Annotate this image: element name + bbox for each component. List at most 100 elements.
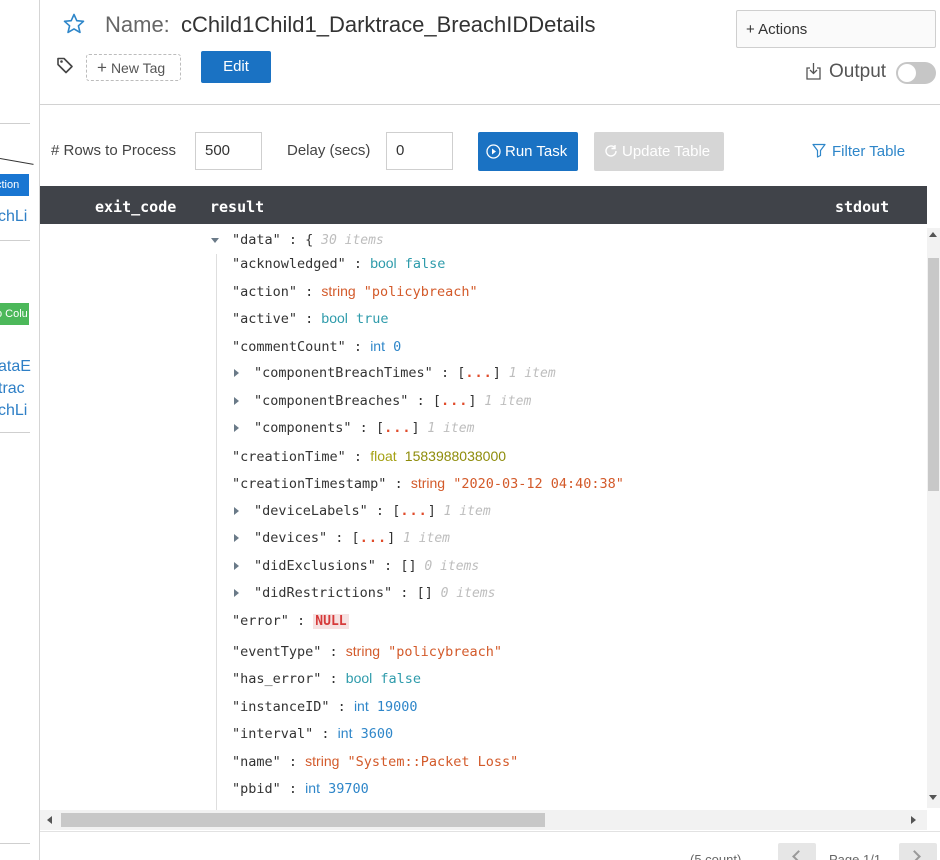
close-bracket: ]	[427, 503, 436, 519]
tree-key: "creationTime"	[232, 449, 346, 465]
tree-row: "name" : string "System::Packet Loss"	[232, 753, 518, 779]
value: 39700	[328, 781, 369, 797]
tree-key: "componentBreachTimes"	[254, 365, 433, 381]
collapse-arrow-icon[interactable]	[211, 238, 219, 243]
previous-page-button[interactable]	[778, 843, 816, 860]
next-page-button[interactable]	[899, 843, 937, 860]
tree-row[interactable]: "didRestrictions" : [] 0 items	[232, 585, 495, 611]
tree-key: "error"	[232, 613, 289, 629]
star-icon[interactable]	[62, 12, 86, 36]
expand-arrow-icon[interactable]	[234, 562, 239, 570]
table-header: exit_code result stdout	[40, 186, 927, 224]
name-label: Name:	[105, 12, 170, 37]
key-separator: :	[345, 449, 371, 465]
key-separator: :	[386, 476, 411, 492]
item-count: 0 items	[432, 586, 496, 601]
update-table-label: Update Table	[622, 143, 711, 160]
vertical-scrollbar[interactable]	[927, 228, 940, 808]
value-type: int	[337, 725, 353, 741]
new-tag-label: New Tag	[110, 60, 166, 76]
key-separator: :	[367, 503, 393, 519]
key-separator: :	[297, 284, 322, 300]
collapsed-ellipsis[interactable]: ...	[384, 420, 411, 436]
value: "2020-03-12 04:40:38"	[453, 476, 624, 492]
value-type: string	[410, 475, 446, 491]
column-header-exit-code[interactable]: exit_code	[95, 198, 176, 216]
plus-icon: +	[97, 58, 107, 77]
key-separator: :	[351, 420, 376, 436]
tree-key: "interval"	[232, 726, 314, 742]
panel-link-text[interactable]: trac	[0, 380, 25, 398]
tree-key: "eventType"	[232, 644, 322, 660]
value-type: bool	[321, 310, 348, 326]
column-header-result[interactable]: result	[210, 198, 264, 216]
tree-guide-line	[216, 254, 217, 810]
panel-add-column-button[interactable]: o Colu	[0, 303, 29, 325]
tree-key: "pbid"	[232, 781, 281, 797]
run-task-label: Run Task	[505, 143, 568, 160]
tree-key: "devices"	[254, 530, 328, 546]
collapsed-ellipsis[interactable]: ...	[441, 393, 468, 409]
footer-divider	[40, 831, 940, 832]
update-table-button[interactable]: Update Table	[594, 132, 724, 171]
value: "policybreach"	[363, 284, 478, 300]
tree-row: "active" : bool true	[232, 310, 389, 336]
key-separator: :	[375, 558, 401, 574]
chevron-right-icon	[908, 850, 921, 860]
scroll-down-icon[interactable]	[929, 795, 937, 800]
tree-row[interactable]: "components" : [...] 1 item	[232, 420, 474, 446]
key-separator: :	[280, 232, 306, 248]
scroll-right-icon[interactable]	[911, 816, 916, 824]
output-toggle[interactable]	[896, 62, 936, 84]
horizontal-scroll-thumb[interactable]	[61, 813, 545, 827]
horizontal-scrollbar[interactable]	[40, 810, 927, 830]
tree-row: "error" : NULL	[232, 613, 349, 639]
tree-row[interactable]: "deviceLabels" : [...] 1 item	[232, 503, 491, 529]
table-body: "data" : { 30 items "acknowledged" : bool…	[40, 224, 927, 810]
item-count: 1 item	[419, 421, 475, 436]
tree-row: "has_error" : bool false	[232, 670, 421, 696]
tree-row: "interval" : int 3600	[232, 725, 393, 751]
collapsed-ellipsis[interactable]: ...	[465, 365, 492, 381]
actions-dropdown[interactable]: + Actions	[736, 10, 936, 48]
tree-row[interactable]: "componentBreaches" : [...] 1 item	[232, 393, 531, 419]
scroll-left-icon[interactable]	[47, 816, 52, 824]
tree-key: "components"	[254, 420, 352, 436]
tree-row[interactable]: "devices" : [...] 1 item	[232, 530, 450, 556]
tree-row: "instanceID" : int 19000	[232, 698, 418, 724]
expand-arrow-icon[interactable]	[234, 534, 239, 542]
expand-arrow-icon[interactable]	[234, 369, 239, 377]
column-header-stdout[interactable]: stdout	[835, 198, 889, 216]
key-separator: :	[280, 754, 306, 770]
rows-to-process-label: # Rows to Process	[51, 142, 177, 159]
tree-row[interactable]: "didExclusions" : [] 0 items	[232, 558, 479, 584]
item-count: 30 items	[313, 233, 384, 248]
edit-button[interactable]: Edit	[201, 51, 271, 83]
filter-icon[interactable]	[812, 143, 826, 158]
expand-arrow-icon[interactable]	[234, 507, 239, 515]
tree-key: "didRestrictions"	[254, 585, 393, 601]
run-task-button[interactable]: Run Task	[478, 132, 578, 171]
item-count: 0 items	[416, 559, 480, 574]
item-count: 1 item	[395, 531, 451, 546]
delay-input[interactable]: 0	[386, 132, 453, 170]
tree-row[interactable]: "componentBreachTimes" : [...] 1 item	[232, 365, 556, 391]
expand-arrow-icon[interactable]	[234, 397, 239, 405]
collapsed-ellipsis[interactable]: ...	[360, 530, 387, 546]
new-tag-button[interactable]: + New Tag	[86, 54, 181, 81]
filter-table-link[interactable]: Filter Table	[832, 143, 905, 160]
rows-to-process-input[interactable]: 500	[195, 132, 262, 170]
scroll-up-icon[interactable]	[929, 232, 937, 237]
panel-link-text[interactable]: chLi	[0, 402, 27, 420]
value: false	[380, 671, 422, 687]
panel-link-text[interactable]: chLi	[0, 208, 27, 226]
expand-arrow-icon[interactable]	[234, 589, 239, 597]
vertical-scroll-thumb[interactable]	[928, 258, 939, 491]
panel-action-button[interactable]: ction	[0, 174, 29, 196]
header-divider	[40, 104, 940, 105]
key-separator: :	[345, 256, 371, 272]
panel-link-text[interactable]: ataE	[0, 358, 31, 376]
expand-arrow-icon[interactable]	[234, 424, 239, 432]
value-type: float	[370, 448, 397, 464]
collapsed-ellipsis[interactable]: ...	[400, 503, 427, 519]
